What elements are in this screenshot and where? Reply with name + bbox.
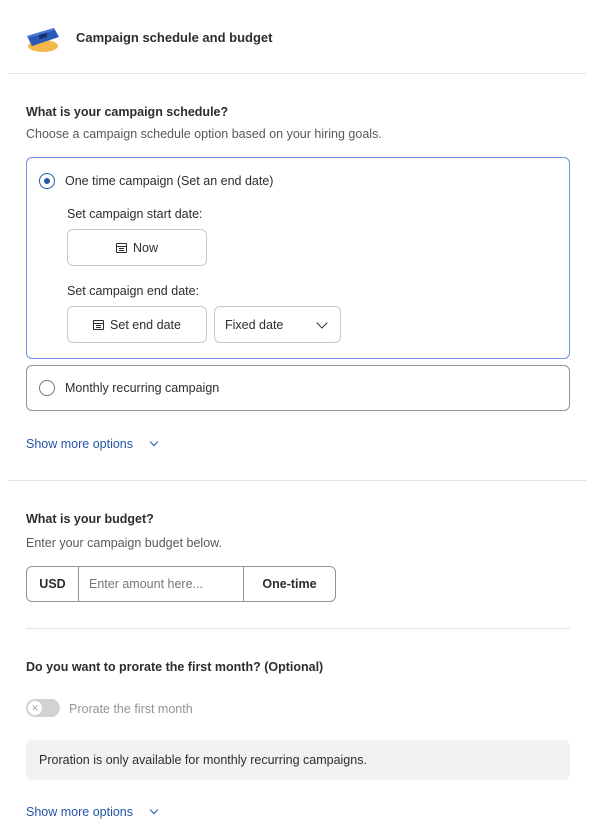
- prorate-show-more-link[interactable]: Show more options: [26, 805, 159, 819]
- monthly-radio[interactable]: [39, 380, 55, 396]
- budget-frequency-label[interactable]: One-time: [243, 567, 335, 601]
- end-date-button[interactable]: Set end date: [67, 306, 207, 343]
- one-time-campaign-option[interactable]: One time campaign (Set an end date) Set …: [26, 157, 570, 359]
- start-date-button[interactable]: Now: [67, 229, 207, 266]
- budget-heading: What is your budget?: [26, 512, 154, 526]
- budget-input-group: USD One-time: [26, 566, 336, 602]
- chevron-down-icon: [149, 805, 159, 815]
- end-date-type-select[interactable]: Fixed date: [214, 306, 341, 343]
- schedule-divider: [8, 480, 586, 481]
- panel-title: Campaign schedule and budget: [76, 30, 273, 45]
- calendar-icon: [93, 319, 105, 330]
- header-divider: [8, 73, 586, 74]
- monthly-campaign-option[interactable]: Monthly recurring campaign: [26, 365, 570, 411]
- prorate-heading: Do you want to prorate the first month? …: [26, 660, 324, 674]
- schedule-show-more-link[interactable]: Show more options: [26, 437, 159, 451]
- prorate-show-more-label: Show more options: [26, 805, 134, 819]
- proration-info-text: Proration is only available for monthly …: [39, 753, 367, 767]
- chevron-down-icon: [149, 437, 159, 447]
- one-time-label: One time campaign (Set an end date): [65, 174, 274, 188]
- proration-info-box: Proration is only available for monthly …: [26, 740, 570, 780]
- monthly-label: Monthly recurring campaign: [65, 381, 220, 395]
- schedule-subtitle: Choose a campaign schedule option based …: [26, 127, 382, 141]
- start-date-label: Set campaign start date:: [67, 207, 203, 221]
- budget-amount-input[interactable]: [79, 567, 243, 601]
- toggle-off-icon: ✕: [28, 701, 42, 715]
- schedule-show-more-label: Show more options: [26, 437, 134, 451]
- end-date-value: Set end date: [110, 317, 181, 332]
- budget-divider: [26, 628, 570, 629]
- one-time-radio[interactable]: [39, 173, 55, 189]
- start-date-value: Now: [132, 240, 158, 255]
- campaign-ticket-icon: [27, 28, 59, 52]
- chevron-down-icon: [316, 317, 328, 329]
- schedule-heading: What is your campaign schedule?: [26, 105, 229, 119]
- end-date-type-value: Fixed date: [225, 318, 284, 332]
- budget-subtitle: Enter your campaign budget below.: [26, 536, 222, 550]
- currency-label: USD: [27, 567, 79, 601]
- prorate-toggle-label: Prorate the first month: [69, 702, 193, 716]
- panel-header: Campaign schedule and budget: [0, 0, 600, 74]
- end-date-label: Set campaign end date:: [67, 284, 200, 298]
- prorate-toggle[interactable]: ✕: [26, 699, 60, 717]
- calendar-icon: [115, 242, 127, 253]
